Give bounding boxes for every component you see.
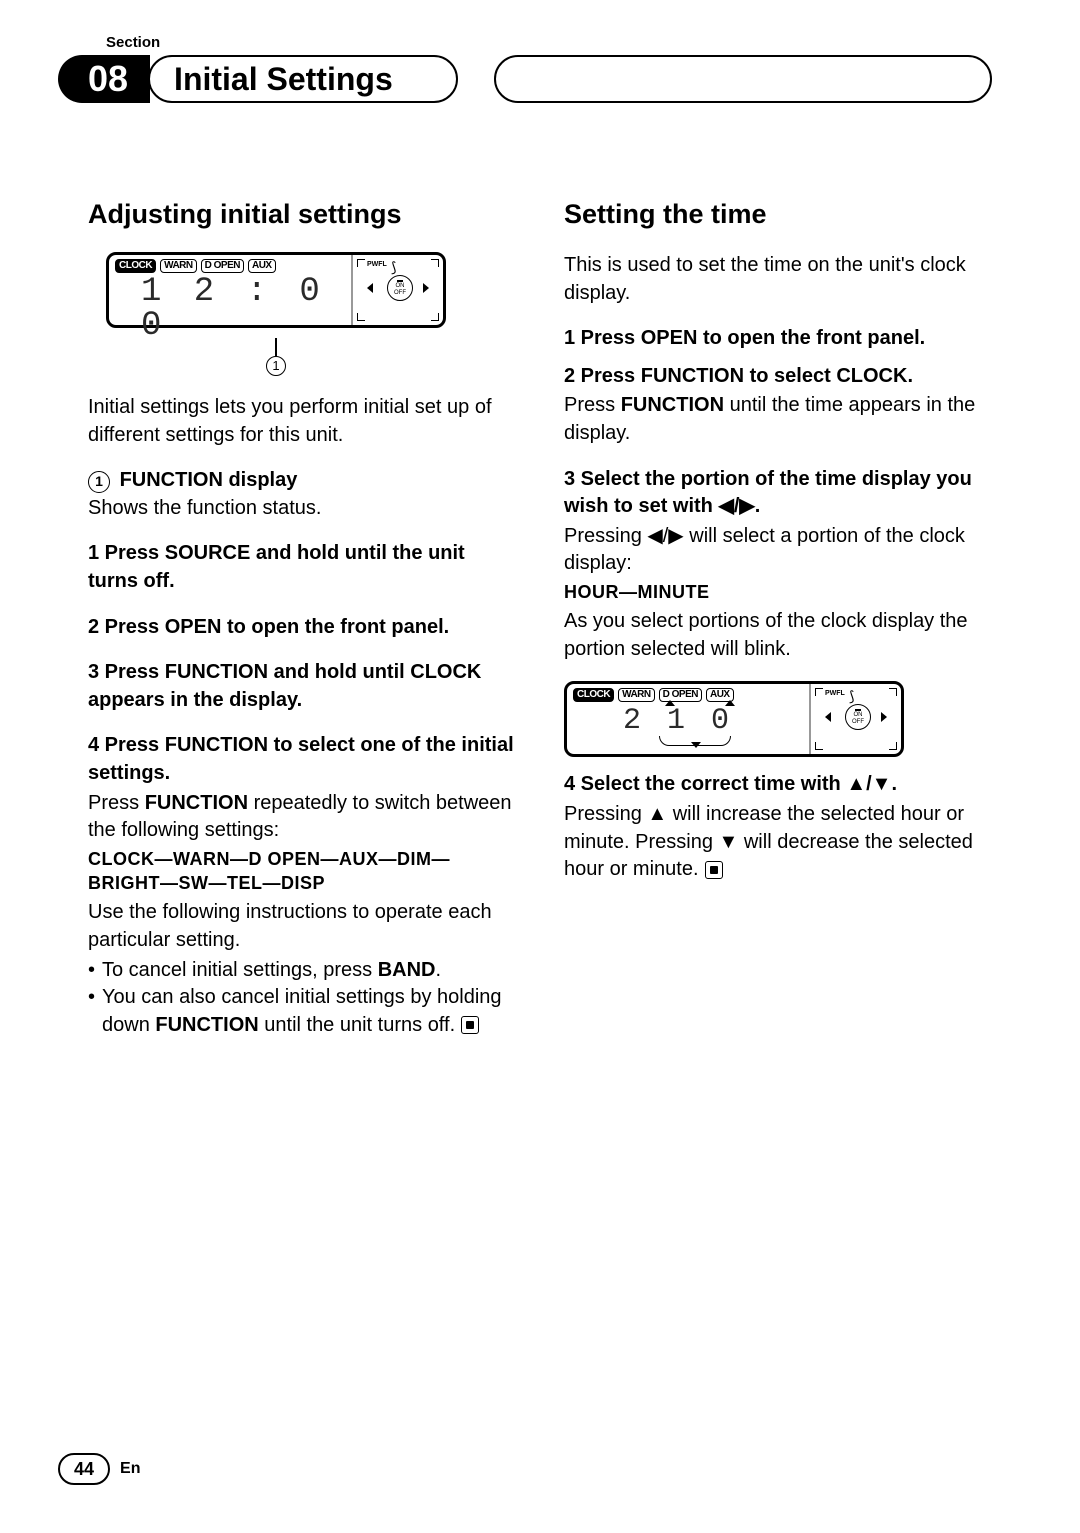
intro-text-right: This is used to set the time on the unit… xyxy=(564,252,992,307)
hour-minute-seq: HOUR—MINUTE xyxy=(564,580,992,604)
page-number: 44 xyxy=(58,1453,110,1485)
language-label: En xyxy=(120,1460,140,1478)
page-footer: 44 En xyxy=(58,1453,140,1485)
lcd-time-2: 2 1 0 xyxy=(573,706,803,736)
settings-sequence: CLOCK—WARN—D OPEN—AUX—DIM—BRIGHT—SW—TEL—… xyxy=(88,847,516,896)
end-mark-icon xyxy=(461,1016,479,1034)
function-display-block: 1 FUNCTION display Shows the function st… xyxy=(88,467,516,522)
r-step-1: 1 Press OPEN to open the front panel. xyxy=(564,325,992,353)
step-1: 1 Press SOURCE and hold until the unit t… xyxy=(88,540,516,595)
end-mark-icon xyxy=(705,861,723,879)
left-triangle-icon xyxy=(367,283,373,293)
lcd-time: 1 2 : 0 0 xyxy=(115,275,345,343)
heading-adjusting: Adjusting initial settings xyxy=(88,199,516,230)
chapter-title: Initial Settings xyxy=(148,55,458,103)
lcd-figure-2: CLOCK WARN D OPEN AUX 2 1 0 xyxy=(564,681,992,757)
right-column: Setting the time This is used to set the… xyxy=(564,199,992,1057)
up-select-icon xyxy=(665,700,675,706)
section-label: Section xyxy=(106,34,992,51)
down-select-icon xyxy=(691,742,701,748)
page: Section 08 Initial Settings Adjusting in… xyxy=(0,0,1080,1533)
step-3: 3 Press FUNCTION and hold until CLOCK ap… xyxy=(88,659,516,714)
heading-setting-time: Setting the time xyxy=(564,199,992,230)
lcd-right-panel: PWFL ⟆ ON OFF xyxy=(351,255,443,325)
right-triangle-icon xyxy=(881,712,887,722)
intro-text: Initial settings lets you perform initia… xyxy=(88,394,516,449)
lcd-tags: CLOCK WARN D OPEN AUX xyxy=(115,259,345,273)
right-triangle-icon xyxy=(423,283,429,293)
left-triangle-icon xyxy=(825,712,831,722)
up-select-icon xyxy=(725,700,735,706)
step-2: 2 Press OPEN to open the front panel. xyxy=(88,614,516,642)
chapter-header: 08 Initial Settings xyxy=(88,55,992,103)
r-step-2-block: 2 Press FUNCTION to select CLOCK. Press … xyxy=(564,363,992,448)
notes-list: To cancel initial settings, press BAND. … xyxy=(88,957,516,1040)
callout-ref-1: 1 xyxy=(88,471,110,493)
on-off-icon: ON OFF xyxy=(387,275,413,301)
on-off-icon: ON OFF xyxy=(845,704,871,730)
r-step-4-block: 4 Select the correct time with ▲/▼. Pres… xyxy=(564,771,992,883)
left-column: Adjusting initial settings CLOCK WARN D … xyxy=(88,199,516,1057)
r-step-3-block: 3 Select the portion of the time display… xyxy=(564,466,992,664)
antenna-icon: ⟆ xyxy=(849,688,854,705)
antenna-icon: ⟆ xyxy=(391,259,396,276)
chapter-number-pill: 08 xyxy=(58,55,150,103)
step-4-block: 4 Press FUNCTION to select one of the in… xyxy=(88,732,516,1039)
header-spacer-pill xyxy=(494,55,992,103)
lcd-figure-1: CLOCK WARN D OPEN AUX 1 2 : 0 0 PWFL ⟆ xyxy=(106,252,516,328)
